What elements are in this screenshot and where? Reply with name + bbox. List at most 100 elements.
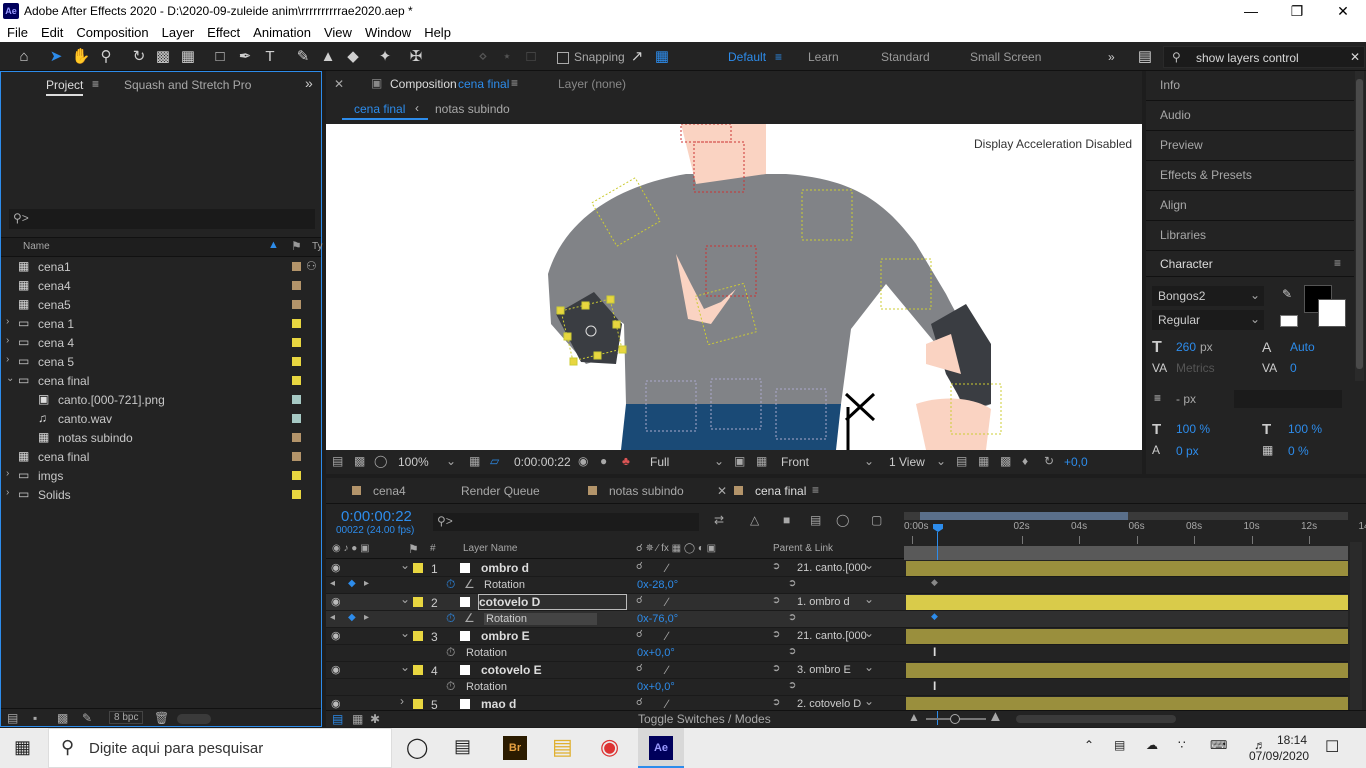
vr-icon[interactable]: ◯ xyxy=(374,454,387,468)
menu-layer[interactable]: Layer xyxy=(155,22,201,40)
property-row[interactable]: ◂ ◆ ▸ ⏱ ∠ Rotation 0x-76,0° ➲ ◆ xyxy=(326,611,1348,628)
panel-preview[interactable]: Preview xyxy=(1146,131,1354,161)
menu-window[interactable]: Window xyxy=(358,22,417,40)
work-area-bar[interactable] xyxy=(904,512,1348,520)
zoom-dropdown[interactable]: 100% xyxy=(398,455,429,469)
camera-snapshot-icon[interactable]: ◉ xyxy=(578,454,588,468)
timeline-icon[interactable]: ▩ xyxy=(1000,454,1011,468)
camera-tool-icon[interactable]: ▩ xyxy=(152,46,174,68)
shy-switch-icon[interactable]: ☌ xyxy=(636,629,643,640)
workspace-default[interactable]: Default xyxy=(728,50,766,64)
baseline-value[interactable]: 0 px xyxy=(1176,444,1199,458)
panel-effects-presets[interactable]: Effects & Presets xyxy=(1146,161,1354,191)
expression-pickwhip-icon[interactable]: ➲ xyxy=(788,578,796,589)
chevron-right-icon[interactable]: › xyxy=(6,487,9,498)
layer-name[interactable]: ombro E xyxy=(481,629,530,643)
views-layout-dropdown[interactable]: 1 View xyxy=(889,455,925,469)
pan-behind-tool-icon[interactable]: ▦ xyxy=(177,46,199,68)
layer-name[interactable]: ombro d xyxy=(481,561,529,575)
show-snapshot-icon[interactable]: ● xyxy=(600,454,607,468)
cloud-icon[interactable]: ☁ xyxy=(1146,738,1158,752)
vertical-scale-value[interactable]: 100 % xyxy=(1176,422,1210,436)
layer-row[interactable]: ◉ ⌄ 3 ombro E ☌ ∕ ➲ 21. canto.[000 ⌄ xyxy=(326,626,1348,645)
chevron-right-icon[interactable]: › xyxy=(6,335,9,346)
view-dropdown[interactable]: Front xyxy=(781,455,809,469)
parent-link-value[interactable]: 21. canto.[000 xyxy=(797,562,867,574)
label-color-swatch[interactable] xyxy=(292,357,301,366)
label-color-swatch[interactable] xyxy=(292,452,301,461)
graph-icon[interactable]: ∠ xyxy=(464,611,475,625)
bit-depth-button[interactable]: 8 bpc xyxy=(109,711,144,724)
hand-tool-icon[interactable]: ✋ xyxy=(70,46,92,68)
panel-libraries[interactable]: Libraries xyxy=(1146,221,1354,251)
clock-time[interactable]: 18:14 xyxy=(1277,733,1307,747)
timeline-search-input[interactable]: ⚲˃ xyxy=(433,513,699,531)
layer-name[interactable]: cotovelo D xyxy=(478,594,628,610)
graph-icon[interactable]: ∠ xyxy=(464,577,475,591)
prev-keyframe-icon[interactable]: ◂ xyxy=(330,612,335,623)
panel-audio[interactable]: Audio xyxy=(1146,101,1354,131)
minimize-button[interactable]: — xyxy=(1228,0,1274,22)
stroke-type-dropdown[interactable] xyxy=(1234,390,1342,408)
parent-link-value[interactable]: 2. cotovelo D xyxy=(797,698,861,710)
project-item[interactable]: › ▭ Solids xyxy=(1,485,319,504)
more-workspaces-icon[interactable]: » xyxy=(1108,50,1115,64)
chevron-down-icon[interactable]: ⌄ xyxy=(400,660,410,674)
label-color-swatch[interactable] xyxy=(292,414,301,423)
tab-render-queue[interactable]: Render Queue xyxy=(461,484,540,498)
trash-icon[interactable]: 🗑 xyxy=(154,711,169,725)
new-comp-icon[interactable]: ▩ xyxy=(57,711,68,725)
timeline-current-time[interactable]: 0:00:00:22 xyxy=(341,508,412,525)
chevron-down-icon[interactable]: ⌄ xyxy=(400,626,410,640)
white-swatch[interactable] xyxy=(1280,315,1298,327)
menu-file[interactable]: File xyxy=(0,22,34,40)
current-time-readout[interactable]: 0:00:00:22 xyxy=(514,455,571,469)
close-tab-icon[interactable]: ✕ xyxy=(717,484,727,498)
expression-pickwhip-icon[interactable]: ➲ xyxy=(788,612,796,623)
close-button[interactable]: ✕ xyxy=(1320,0,1366,22)
parent-link-value[interactable]: 21. canto.[000 xyxy=(797,630,867,642)
menu-edit[interactable]: Edit xyxy=(34,22,69,40)
pen-tool-icon[interactable]: ✒ xyxy=(234,46,256,68)
quality-switch-icon[interactable]: ∕ xyxy=(666,663,668,677)
panel-menu-icon[interactable]: ≡ xyxy=(1334,256,1341,270)
fast-preview-icon[interactable]: ▦ xyxy=(978,454,989,468)
adjust-project-settings-icon[interactable]: ✎ xyxy=(82,711,92,725)
panel-menu-icon[interactable]: ≡ xyxy=(511,76,518,90)
panel-menu-icon[interactable]: ≡ xyxy=(812,483,819,497)
character-title[interactable]: Character xyxy=(1160,257,1213,271)
chevron-down-icon[interactable]: ⌄ xyxy=(864,626,874,640)
exposure-value[interactable]: +0,0 xyxy=(1064,455,1088,469)
label-color-swatch[interactable] xyxy=(292,433,301,442)
project-item[interactable]: › ▭ cena 5 xyxy=(1,352,319,371)
project-item[interactable]: › ▭ imgs xyxy=(1,466,319,485)
property-value[interactable]: 0x+0,0° xyxy=(637,681,675,693)
notifications-icon[interactable]: ☐ xyxy=(1325,737,1339,757)
parent-pickwhip-icon[interactable]: ➲ xyxy=(772,595,780,606)
next-keyframe-icon[interactable]: ▸ xyxy=(364,612,369,623)
eye-icon[interactable]: ◉ xyxy=(331,663,341,676)
label-color-swatch[interactable] xyxy=(413,597,423,607)
title-safe-icon[interactable]: ▦ xyxy=(469,454,480,468)
panel-overflow-icon[interactable]: » xyxy=(305,75,313,91)
project-item[interactable]: ▣ canto.[000-721].png xyxy=(1,390,319,409)
label-color-swatch[interactable] xyxy=(413,631,423,641)
panel-align[interactable]: Align xyxy=(1146,191,1354,221)
layer-duration-bar[interactable] xyxy=(906,595,1348,610)
resolution-dropdown[interactable]: Full xyxy=(650,455,669,469)
prev-keyframe-icon[interactable]: ◂ xyxy=(330,578,335,589)
project-item[interactable]: ▦ cena4 xyxy=(1,276,319,295)
tracking-value[interactable]: 0 xyxy=(1290,361,1297,375)
shy-switch-icon[interactable]: ☌ xyxy=(636,595,643,606)
layer-row[interactable]: ◉ ⌄ 2 cotovelo D ☌ ∕ ➲ 1. ombro d ⌄ xyxy=(326,592,1348,611)
quality-switch-icon[interactable]: ∕ xyxy=(666,595,668,609)
thumbnail-slider[interactable] xyxy=(177,714,211,724)
clear-search-icon[interactable]: ✕ xyxy=(1350,50,1360,64)
shy-layers-icon[interactable]: ■ xyxy=(783,513,790,527)
label-color-swatch[interactable] xyxy=(292,376,301,385)
workspace-small-screen[interactable]: Small Screen xyxy=(970,50,1041,64)
property-value[interactable]: 0x-76,0° xyxy=(637,613,678,625)
chevron-up-icon[interactable]: ⌃ xyxy=(1084,738,1094,752)
menu-view[interactable]: View xyxy=(317,22,358,40)
chevron-right-icon[interactable]: › xyxy=(6,468,9,479)
